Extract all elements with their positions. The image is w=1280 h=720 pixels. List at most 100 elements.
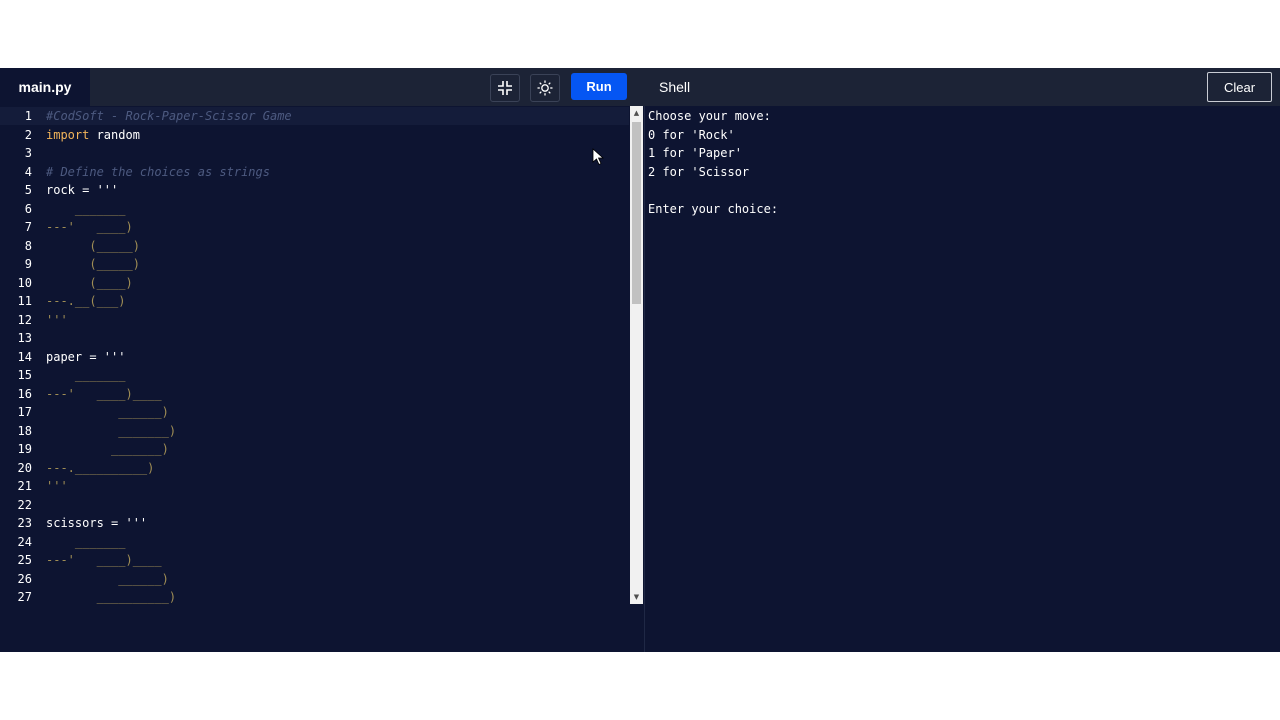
theme-toggle-button[interactable] [530,74,560,102]
minimize-icon [498,81,512,95]
line-number: 11 [17,294,32,308]
code-editor[interactable]: 1 #CodSoft - Rock-Paper-Scissor Game 2 impo… [0,106,629,652]
keyword-token: import [46,127,90,142]
code-text: ______) [46,405,169,419]
code-line[interactable]: 20 ---.__________) [0,459,629,477]
code-line[interactable]: 14 paper = ''' [0,348,629,366]
code-text: scissors = ''' [46,516,148,530]
top-toolbar: main.py Run Shell Clear [0,68,1280,166]
code-text: ---' ____)____ [46,553,162,567]
line-number: 19 [17,442,32,456]
line-number: 9 [24,257,32,271]
line-number: 21 [17,479,32,493]
code-line[interactable]: 9 (_____) [0,255,629,273]
line-number: 6 [24,201,32,216]
shell-output-line: Choose your move: [648,109,771,123]
code-line[interactable]: 21 ''' [0,477,629,495]
code-line[interactable]: 16 ---' ____)____ [0,385,629,403]
line-number: 5 [24,183,32,197]
line-number: 24 [17,534,32,549]
code-text: ''' [46,479,68,493]
run-button[interactable]: Run [571,73,627,100]
line-number: 26 [17,571,32,586]
code-text: import random [46,126,140,144]
file-tab-main[interactable]: main.py [0,68,90,106]
code-text: _______ [46,201,126,216]
panel-divider[interactable] [644,106,645,652]
shell-output[interactable]: Choose your move: 0 for 'Rock' 1 for 'Pape… [648,106,1268,652]
line-number: 4 [24,164,32,179]
line-number: 16 [17,386,32,401]
code-text: (____) [46,275,133,290]
line-number: 22 [17,497,32,512]
line-number: 20 [17,460,32,475]
editor-scrollbar[interactable]: ▲ ▼ [630,106,643,604]
code-text: ''' [46,312,68,327]
line-number: 3 [24,146,32,160]
code-text: ---' ____) [46,220,133,234]
code-line[interactable]: 1 #CodSoft - Rock-Paper-Scissor Game [0,107,629,125]
line-number: 15 [17,368,32,382]
module-token: random [89,127,140,142]
code-line[interactable]: 22 [0,496,629,514]
code-text: _______) [46,423,177,438]
shell-output-line: 1 for 'Paper' [648,146,742,160]
code-line[interactable]: 26 ______) [0,570,629,588]
code-line[interactable]: 4 # Define the choices as strings [0,163,629,181]
code-text: __________) [46,590,177,604]
line-number: 23 [17,516,32,530]
line-number: 25 [17,553,32,567]
code-line[interactable]: 3 [0,144,629,162]
shell-output-line: 2 for 'Scissor [648,164,750,179]
code-line[interactable]: 10 (____) [0,274,629,292]
minimize-button[interactable] [490,74,520,102]
shell-title: Shell [659,79,691,95]
line-number: 14 [17,349,32,364]
code-line[interactable]: 12 ''' [0,311,629,329]
code-text: #CodSoft - Rock-Paper-Scissor Game [46,109,292,123]
line-number: 17 [17,405,32,419]
line-number: 12 [17,312,32,327]
line-number: 10 [17,275,32,290]
line-number: 27 [17,590,32,604]
code-line[interactable]: 13 [0,329,629,347]
shell-output-line: 0 for 'Rock' [648,127,735,142]
ide-window: main.py Run Shell Clear 1 #CodSoft - Roc… [0,68,1280,652]
code-text: ---' ____)____ [46,386,162,401]
code-line[interactable]: 23 scissors = ''' [0,514,629,532]
code-line[interactable]: 6 _______ [0,200,629,218]
scroll-down-icon[interactable]: ▼ [630,592,643,602]
line-number: 13 [17,331,32,345]
code-text: paper = ''' [46,349,126,364]
theme-sun-icon [537,80,553,96]
line-number: 2 [24,127,32,142]
code-line[interactable]: 8 (_____) [0,237,629,255]
code-line[interactable]: 2 import random [0,126,629,144]
code-text: _______ [46,368,126,382]
code-text: ______) [46,571,169,586]
line-number: 8 [24,238,32,253]
code-line[interactable]: 19 _______) [0,440,629,458]
code-line[interactable]: 11 ---.__(___) [0,292,629,310]
code-text: _______ [46,534,126,549]
line-number: 18 [17,423,32,438]
clear-button[interactable]: Clear [1207,72,1272,102]
line-number: 1 [24,109,32,123]
code-line[interactable]: 18 _______) [0,422,629,440]
code-text: ---.__(___) [46,294,126,308]
code-line[interactable]: 27 __________) [0,588,629,606]
scroll-up-icon[interactable]: ▲ [630,108,643,118]
code-line[interactable]: 25 ---' ____)____ [0,551,629,569]
code-line[interactable]: 7 ---' ____) [0,218,629,236]
code-line[interactable]: 17 ______) [0,403,629,421]
code-text: (_____) [46,238,140,253]
code-line[interactable]: 5 rock = ''' [0,181,629,199]
code-text: rock = ''' [46,183,119,197]
code-line[interactable]: 15 _______ [0,366,629,384]
code-text: _______) [46,442,169,456]
code-text: ---.__________) [46,460,155,475]
code-line[interactable]: 24 _______ [0,533,629,551]
scrollbar-thumb[interactable] [632,122,641,304]
line-number: 7 [24,220,32,234]
code-text: (_____) [46,257,140,271]
